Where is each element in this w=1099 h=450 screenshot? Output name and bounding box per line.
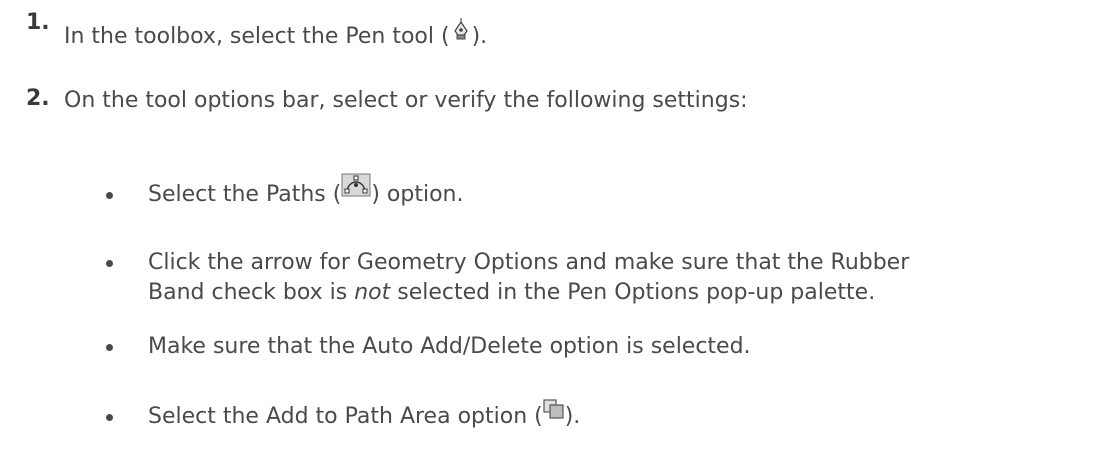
bullet-text-emphasis: not [354, 280, 391, 305]
bullet-text: Make sure that the Auto Add/Delete optio… [148, 334, 751, 359]
bullet-text-part: selected in the Pen Options pop-up palet… [390, 280, 876, 305]
step-number: 1. [26, 10, 50, 35]
bullet-dot [106, 260, 113, 267]
bullet-text-part: Band check box is [148, 280, 355, 305]
bullet-text: Select the Add to Path Area option ( ). [148, 399, 1093, 432]
step-number: 2. [26, 86, 50, 111]
bullet-text: Click the arrow for Geometry Options and… [148, 248, 1093, 308]
step-text: In the toolbox, select the Pen tool ( ). [64, 18, 488, 52]
step-text-part: ). [471, 24, 488, 49]
paths-option-icon [341, 173, 371, 197]
bullet-text-part: ). [564, 404, 581, 429]
bullet-dot [106, 192, 113, 199]
add-to-path-area-icon [543, 399, 564, 419]
bullet-dot [106, 414, 113, 421]
bullet-text: Select the Paths ( ) option. [148, 173, 1093, 210]
step-text: On the tool options bar, select or verif… [64, 88, 748, 113]
pen-tool-icon [453, 18, 468, 40]
bullet-text-part: ) option. [371, 182, 464, 207]
bullet-text-line: Click the arrow for Geometry Options and… [148, 250, 910, 275]
bullet-text-part: Select the Paths ( [148, 182, 342, 207]
bullet-dot [106, 344, 113, 351]
step-text-part: In the toolbox, select the Pen tool ( [64, 24, 450, 49]
bullet-text-part: Select the Add to Path Area option ( [148, 404, 543, 429]
